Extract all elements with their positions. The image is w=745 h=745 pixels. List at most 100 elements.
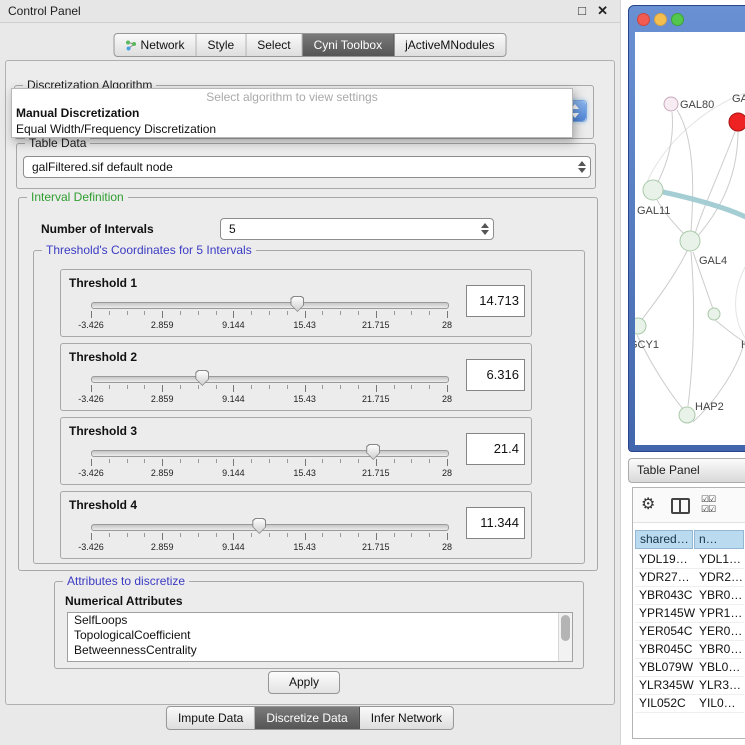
numerical-attributes-label: Numerical Attributes — [65, 594, 183, 608]
scale-label: 21.715 — [362, 542, 390, 552]
table-row[interactable]: YDL19…YDL1… — [635, 551, 744, 569]
tab-select[interactable]: Select — [246, 34, 302, 56]
threshold-label: Threshold 1 — [69, 276, 137, 290]
threshold-label: Threshold 2 — [69, 350, 137, 364]
tab-impute-data[interactable]: Impute Data — [167, 707, 255, 729]
float-window-button[interactable]: □ — [578, 3, 586, 19]
tab-jactivemnodules[interactable]: jActiveMNodules — [394, 34, 505, 56]
top-tab-bar: Network Style Select Cyni Toolbox jActiveMNo… — [114, 33, 507, 57]
slider-ticks — [91, 311, 447, 319]
slider-track[interactable] — [91, 524, 449, 531]
tab-label: Network — [141, 38, 185, 52]
column-header[interactable]: n… — [694, 530, 744, 549]
network-node[interactable] — [708, 308, 720, 320]
tab-cyni-toolbox[interactable]: Cyni Toolbox — [303, 34, 394, 56]
network-node-gal80[interactable] — [664, 97, 678, 111]
table-row[interactable]: YLR345WYLR3… — [635, 677, 744, 695]
thresholds-group: Threshold's Coordinates for 5 Intervals … — [33, 250, 585, 564]
table-cell: YDL1… — [695, 551, 744, 568]
network-node-hap2[interactable] — [679, 407, 695, 423]
column-header[interactable]: shared… — [635, 530, 693, 549]
attributes-group-title: Attributes to discretize — [63, 574, 189, 588]
table-panel-bar[interactable]: Table Panel — [628, 458, 745, 483]
network-node-gal11[interactable] — [643, 180, 663, 200]
slider-thumb[interactable] — [252, 518, 266, 534]
mac-close-button[interactable] — [637, 13, 650, 26]
dropdown-option[interactable]: Manual Discretization — [12, 105, 572, 121]
combobox-spinner-icon — [479, 222, 489, 236]
network-edge[interactable] — [688, 252, 694, 406]
network-node-gal4[interactable] — [680, 231, 700, 251]
tab-label: Cyni Toolbox — [314, 38, 382, 52]
network-view-window: GAL80GAL11GAL4GCY1HAP2GAH — [628, 5, 745, 452]
attribute-list-item[interactable]: TopologicalCoefficient — [68, 628, 572, 643]
gear-icon[interactable]: ⚙ — [641, 494, 655, 514]
attributes-scrollbar[interactable] — [558, 613, 572, 661]
network-edge[interactable] — [677, 110, 693, 232]
scale-label: 15.43 — [293, 320, 316, 330]
slider-scale-labels: -3.4262.8599.14415.4321.71528 — [91, 320, 447, 330]
scale-label: 2.859 — [151, 394, 174, 404]
network-edge[interactable] — [663, 192, 745, 218]
slider-ticks — [91, 533, 447, 541]
columns-icon[interactable] — [671, 498, 690, 514]
scrollbar-thumb[interactable] — [561, 615, 570, 641]
slider-ticks — [91, 385, 447, 393]
network-edge[interactable] — [657, 112, 672, 184]
network-canvas[interactable]: GAL80GAL11GAL4GCY1HAP2GAH — [635, 32, 745, 445]
scale-label: 2.859 — [151, 320, 174, 330]
slider-scale-labels: -3.4262.8599.14415.4321.71528 — [91, 542, 447, 552]
table-row[interactable]: YPR145WYPR1… — [635, 605, 744, 623]
slider-track[interactable] — [91, 376, 449, 383]
scale-label: -3.426 — [78, 468, 104, 478]
threshold-value-field[interactable]: 6.316 — [466, 359, 525, 391]
mac-zoom-button[interactable] — [671, 13, 684, 26]
table-data-combobox[interactable]: galFiltered.sif default node — [23, 156, 591, 178]
table-row[interactable]: YBL079WYBL0… — [635, 659, 744, 677]
network-edge[interactable] — [640, 251, 687, 322]
select-columns-icon[interactable]: ☑☑ ☑☑ — [701, 494, 725, 514]
table-row[interactable]: YER054CYER0… — [635, 623, 744, 641]
attributes-list[interactable]: SelfLoopsTopologicalCoefficientBetweenne… — [67, 612, 573, 662]
table-cell: YDR27… — [635, 569, 695, 586]
slider-track[interactable] — [91, 450, 449, 457]
network-node[interactable] — [729, 113, 745, 131]
slider-thumb[interactable] — [195, 370, 209, 386]
close-button[interactable]: ✕ — [597, 3, 608, 19]
table-row[interactable]: YBR045CYBR0… — [635, 641, 744, 659]
tab-infer-network[interactable]: Infer Network — [360, 707, 453, 729]
tab-label: Style — [208, 38, 235, 52]
tab-network[interactable]: Network — [115, 34, 197, 56]
slider-thumb[interactable] — [366, 444, 380, 460]
tab-label: jActiveMNodules — [405, 38, 494, 52]
apply-button[interactable]: Apply — [268, 671, 340, 694]
threshold-value-field[interactable]: 14.713 — [466, 285, 525, 317]
num-intervals-combobox[interactable]: 5 — [220, 218, 494, 240]
tab-discretize-data[interactable]: Discretize Data — [255, 707, 359, 729]
dropdown-option[interactable]: Equal Width/Frequency Discretization — [12, 121, 572, 137]
threshold-panel: Threshold 3 -3.4262.8599.14415.4321.7152… — [60, 417, 532, 485]
table-row[interactable]: YBR043CYBR0… — [635, 587, 744, 605]
network-edge[interactable] — [697, 131, 738, 237]
table-row[interactable]: YDR27…YDR2… — [635, 569, 744, 587]
slider-track[interactable] — [91, 302, 449, 309]
tab-style[interactable]: Style — [197, 34, 247, 56]
table-toolbar: ⚙ ☑☑ ☑☑ — [633, 488, 745, 523]
table-cell: YLR3… — [695, 677, 744, 694]
scale-label: -3.426 — [78, 394, 104, 404]
attribute-list-item[interactable]: SelfLoops — [68, 613, 572, 628]
table-cell: YBR0… — [695, 587, 744, 604]
num-intervals-value: 5 — [229, 219, 236, 239]
node-label: GAL80 — [680, 99, 714, 111]
threshold-value-field[interactable]: 21.4 — [466, 433, 525, 465]
window-title: Control Panel — [8, 4, 81, 18]
table-row[interactable]: YIL052CYIL0… — [635, 695, 744, 713]
scale-label: 21.715 — [362, 468, 390, 478]
slider-thumb[interactable] — [290, 296, 304, 312]
network-edge[interactable] — [736, 262, 745, 342]
mac-minimize-button[interactable] — [654, 13, 667, 26]
attribute-list-item[interactable]: BetweennessCentrality — [68, 643, 572, 658]
scale-label: 15.43 — [293, 542, 316, 552]
threshold-value-field[interactable]: 11.344 — [466, 507, 525, 539]
network-node-gcy1[interactable] — [635, 318, 646, 334]
